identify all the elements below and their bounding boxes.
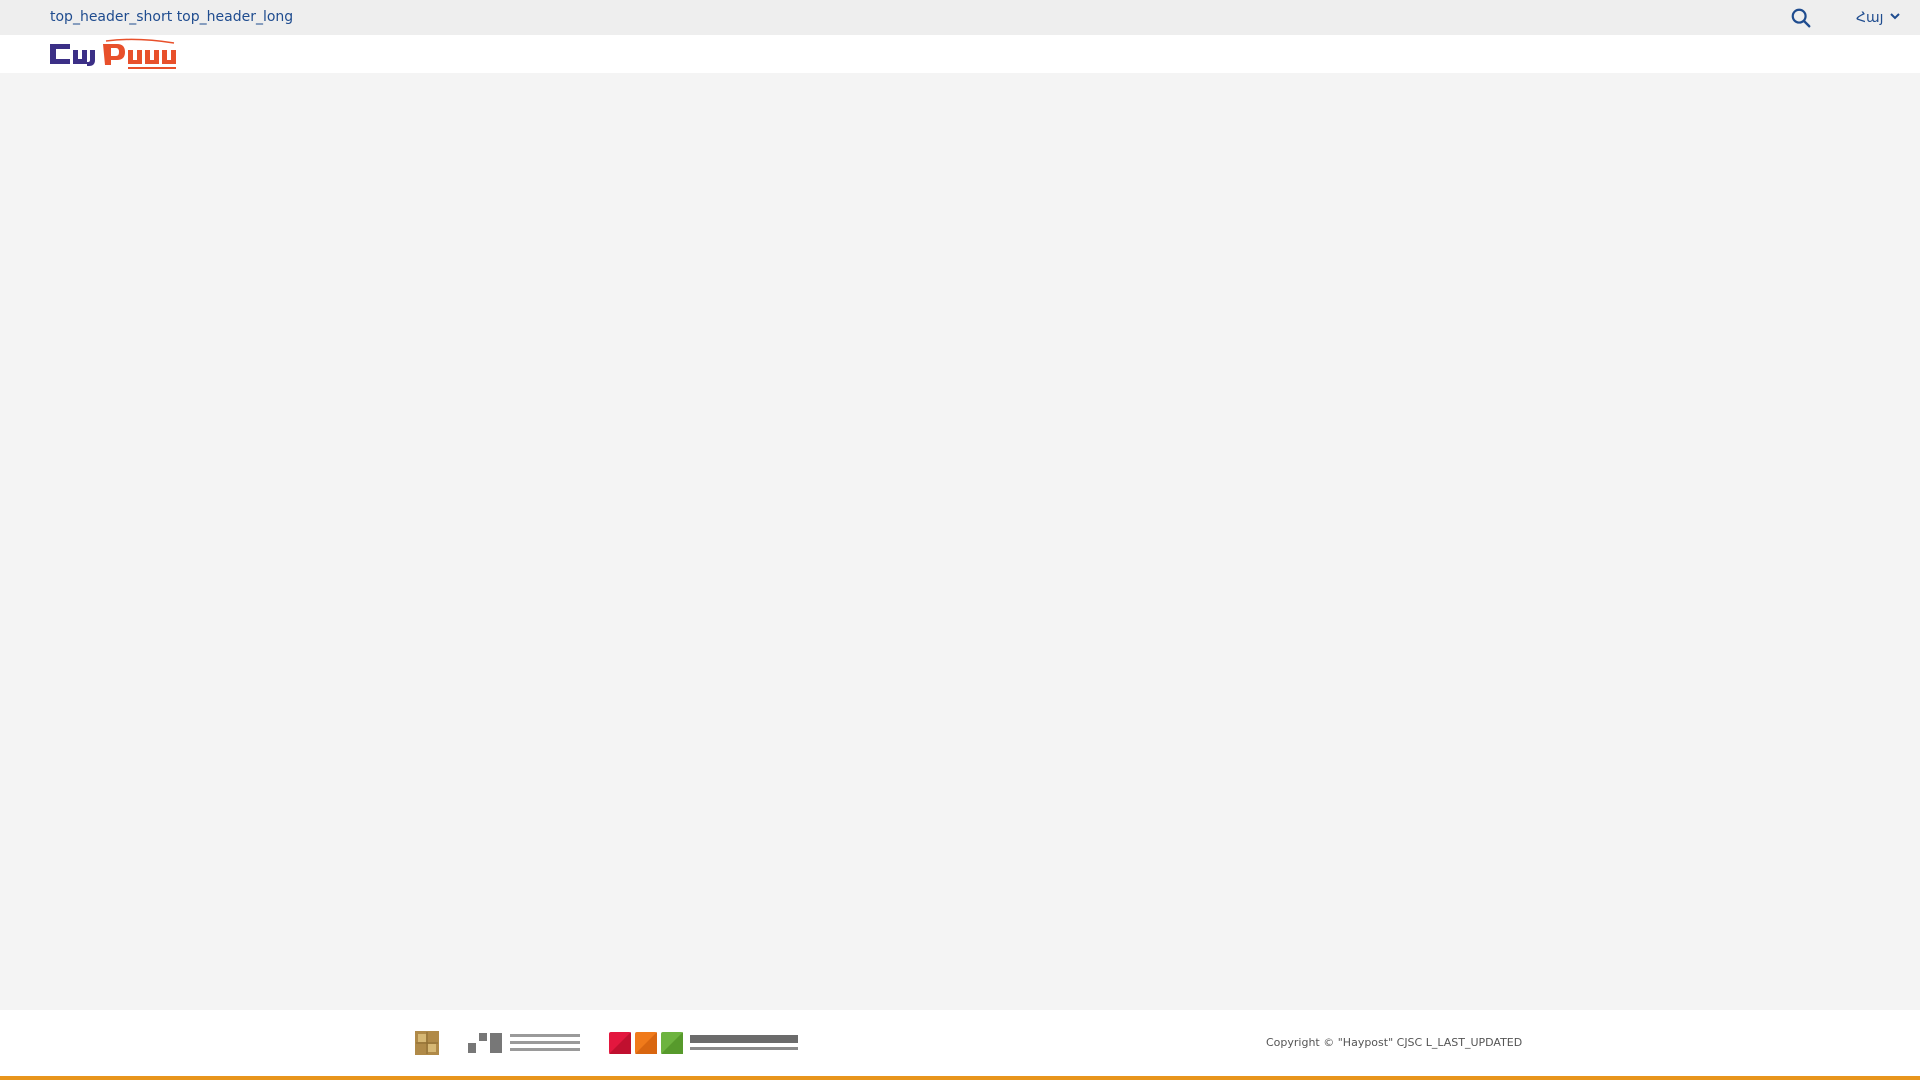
- partner-logo-2[interactable]: [468, 1030, 582, 1056]
- top-header: top_header_short top_header_long Հայ: [0, 0, 1920, 35]
- top-header-text: top_header_short top_header_long: [50, 9, 294, 25]
- language-label: Հայ: [1856, 10, 1884, 26]
- partner-logo-abcfinance[interactable]: [609, 1030, 801, 1056]
- footer: [0, 1010, 1920, 1076]
- navbar: [0, 35, 1920, 73]
- main-content: [0, 73, 1920, 1010]
- chevron-down-icon: [1889, 10, 1901, 26]
- search-icon[interactable]: [1790, 7, 1812, 29]
- partner-logo-1[interactable]: [414, 1030, 440, 1056]
- copyright-text: Copyright © "Haypost" CJSC L_LAST_UPDATE…: [1266, 1036, 1523, 1049]
- language-select[interactable]: Հայ: [1856, 7, 1901, 29]
- haypost-logo[interactable]: [46, 38, 194, 72]
- footer-accent-bar: [0, 1076, 1920, 1080]
